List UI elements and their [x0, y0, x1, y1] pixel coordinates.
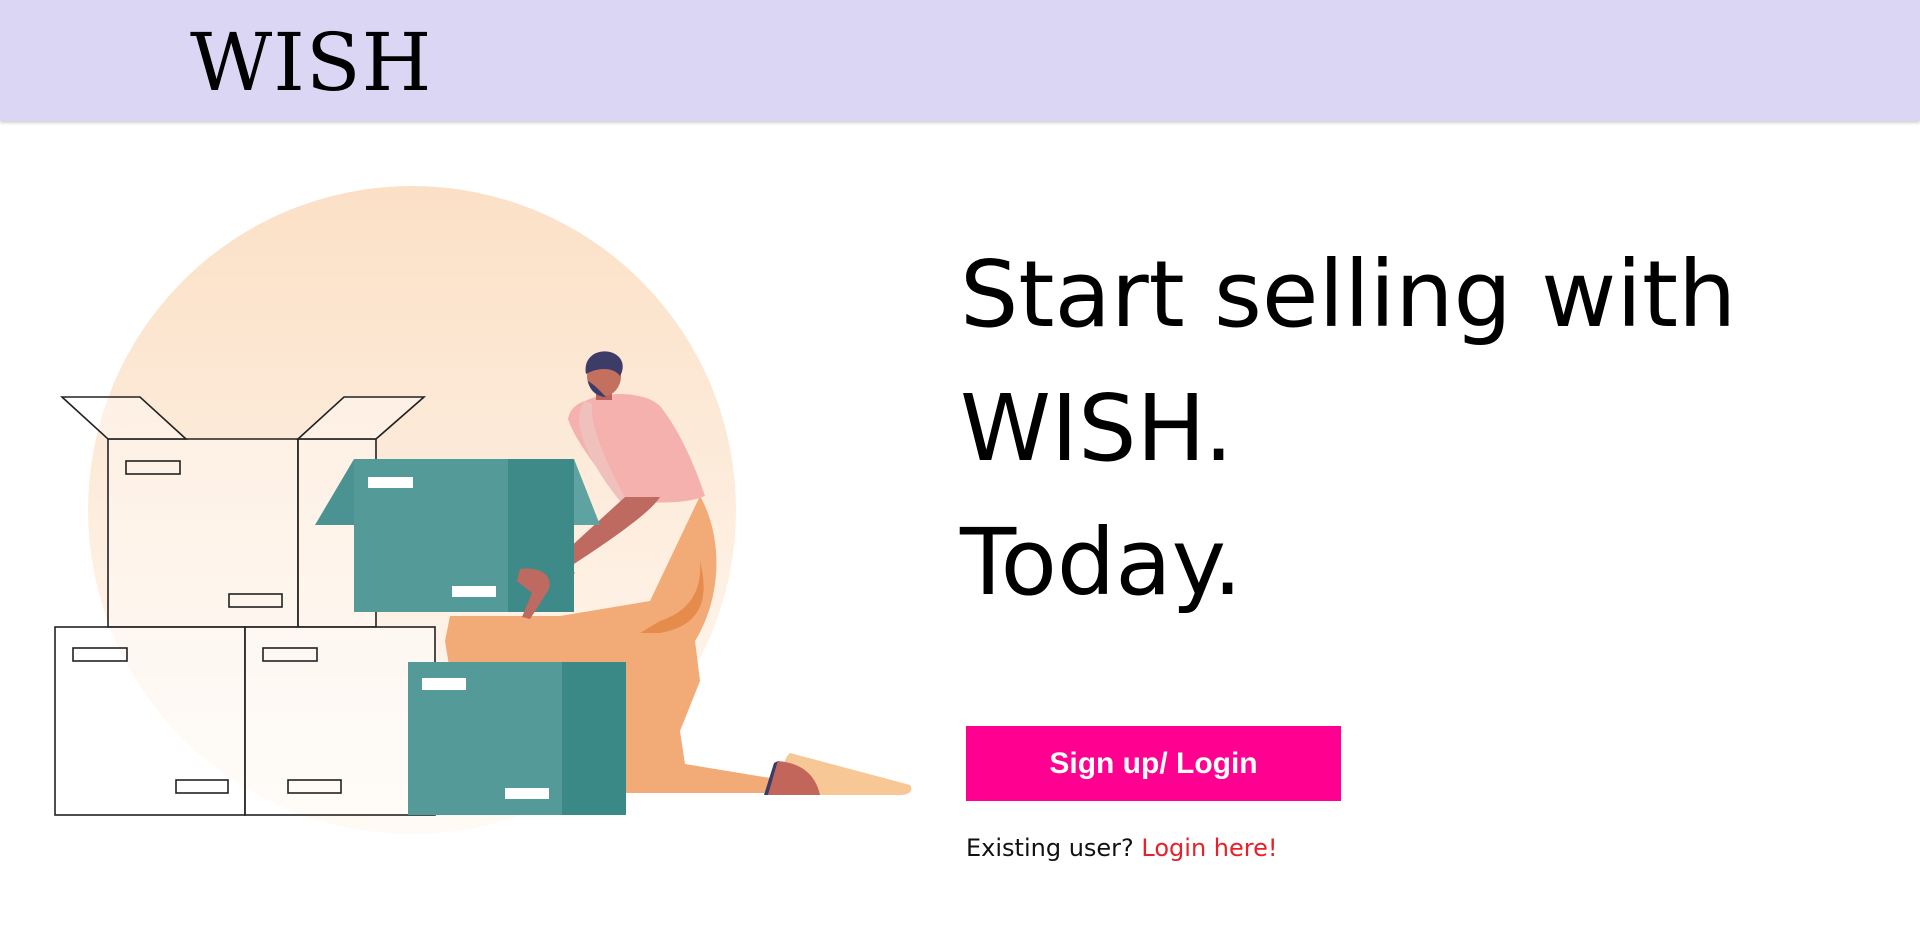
signup-login-button[interactable]: Sign up/ Login [966, 726, 1341, 801]
headline-line: Start selling with [960, 241, 1737, 348]
person-packing-boxes-illustration [0, 121, 940, 939]
headline-line: WISH. [960, 375, 1234, 482]
headline-line: Today. [960, 509, 1243, 616]
bottom-outline-boxes [54, 626, 436, 816]
login-here-link[interactable]: Login here! [1141, 834, 1277, 862]
held-teal-box [315, 459, 600, 612]
hero-headline: Start selling with WISH. Today. [960, 228, 1860, 630]
existing-user-text: Existing user? [966, 834, 1134, 862]
front-teal-box [408, 662, 626, 815]
wish-logo[interactable]: WISH [190, 18, 432, 108]
top-header-bar: WISH [0, 0, 1920, 121]
existing-user-prompt: Existing user? Login here! [966, 834, 1278, 862]
